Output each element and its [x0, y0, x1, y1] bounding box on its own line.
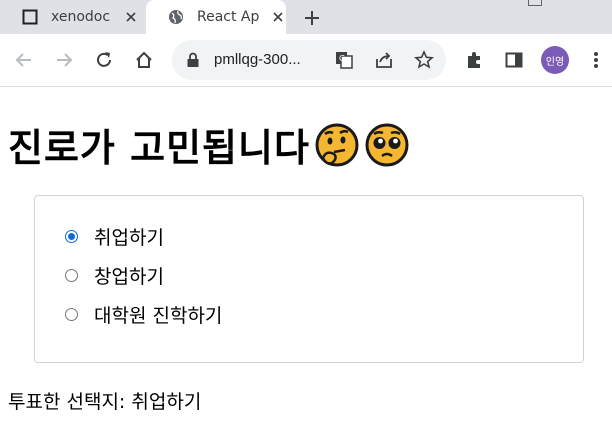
lock-icon[interactable]: [186, 52, 200, 72]
square-page-icon: [22, 9, 38, 25]
forward-button[interactable]: [52, 48, 76, 72]
option-label: 대학원 진학하기: [94, 305, 223, 327]
radio-button[interactable]: [65, 308, 78, 321]
plus-icon: [305, 11, 319, 25]
extensions-icon: [468, 52, 480, 68]
profile-avatar[interactable]: 인영: [541, 46, 569, 74]
tab-close-icon[interactable]: [123, 9, 139, 25]
option-label: 창업하기: [94, 266, 164, 288]
reload-button[interactable]: [92, 48, 116, 72]
tab-strip: xenodoc React Ap: [0, 0, 612, 34]
radio-button-checked[interactable]: [65, 230, 78, 243]
vote-result-value: 취업하기: [131, 391, 202, 413]
home-icon: [136, 51, 152, 68]
option-startup[interactable]: 창업하기: [65, 262, 164, 289]
back-button[interactable]: [12, 48, 36, 72]
tab-close-icon[interactable]: [271, 9, 286, 25]
pleading-face-icon: [365, 123, 409, 166]
tab-title: xenodoc: [51, 9, 111, 25]
share-icon[interactable]: [372, 48, 396, 72]
radio-button[interactable]: [65, 269, 78, 282]
option-label: 취업하기: [94, 227, 164, 249]
maximize-icon[interactable]: [528, 0, 542, 6]
tab-react-app[interactable]: React Ap: [146, 0, 286, 34]
page-title-text: 진로가 고민됩니다: [8, 126, 310, 170]
address-bar[interactable]: pmllqg-300... G: [172, 40, 446, 80]
thinking-face-icon: [315, 123, 359, 166]
url-text[interactable]: pmllqg-300...: [214, 51, 301, 68]
page-content: 진로가 고민됩니다 취업하기 창업하기 대학원 진학하기 투표한 선택지: 취업…: [0, 87, 612, 426]
home-button[interactable]: [132, 48, 156, 72]
option-graduate-school[interactable]: 대학원 진학하기: [65, 301, 222, 328]
extensions-button[interactable]: [462, 48, 486, 72]
vote-options-fieldset: 취업하기 창업하기 대학원 진학하기: [34, 195, 584, 363]
vote-result: 투표한 선택지: 취업하기: [8, 387, 201, 414]
globe-icon: [168, 9, 184, 25]
tab-title: React Ap: [197, 9, 260, 25]
forward-arrow-icon: [57, 53, 73, 67]
reload-icon: [97, 52, 111, 67]
star-icon[interactable]: [412, 48, 436, 72]
svg-text:G: G: [339, 54, 345, 63]
new-tab-button[interactable]: [301, 7, 323, 29]
translate-icon[interactable]: G: [332, 48, 356, 72]
side-panel-icon: [505, 52, 523, 68]
browser-toolbar: pmllqg-300... G 인영: [0, 34, 612, 87]
back-arrow-icon: [15, 53, 31, 67]
menu-icon: [594, 52, 598, 68]
option-employment[interactable]: 취업하기: [65, 223, 164, 250]
tab-xenodoc[interactable]: xenodoc: [0, 0, 146, 34]
page-title: 진로가 고민됩니다: [8, 117, 410, 172]
menu-button[interactable]: [584, 48, 608, 72]
side-panel-button[interactable]: [502, 48, 526, 72]
vote-result-label: 투표한 선택지:: [8, 391, 126, 413]
